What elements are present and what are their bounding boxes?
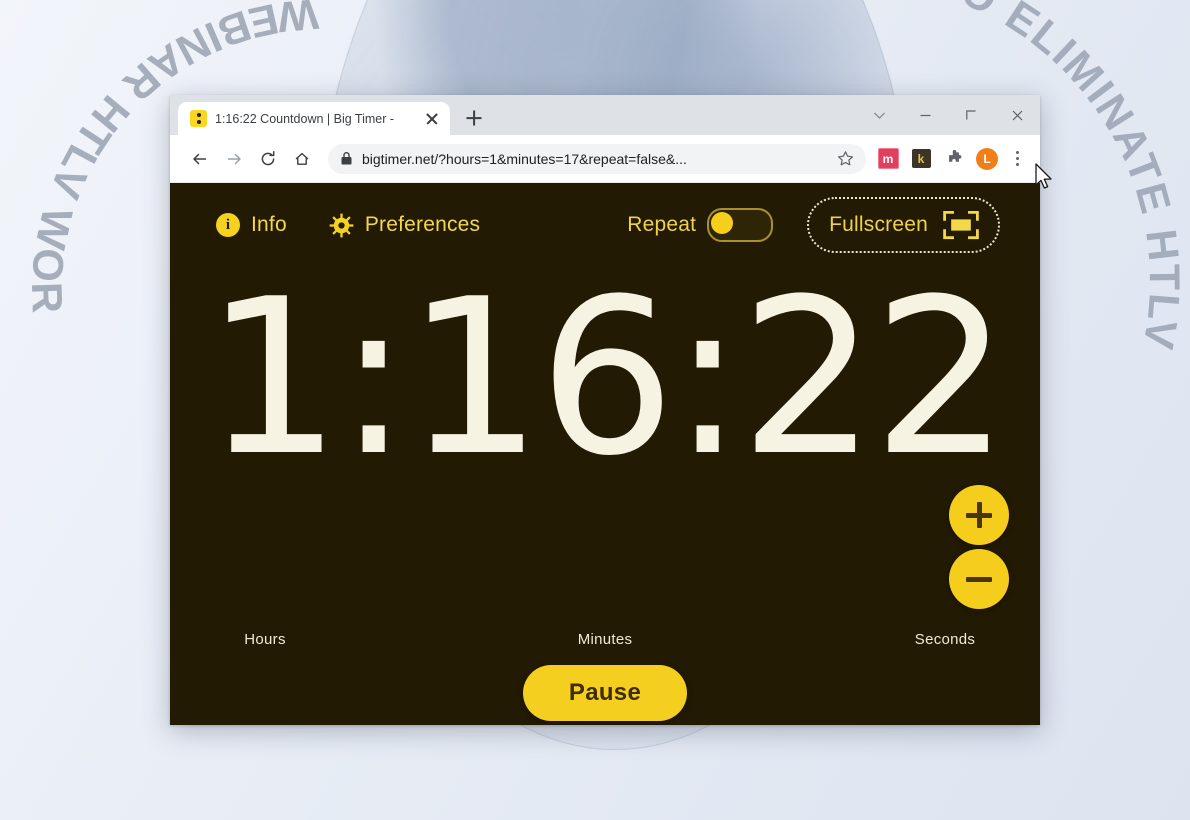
timer-display: 1:16:22 bbox=[170, 252, 1040, 503]
window-controls bbox=[856, 95, 1040, 135]
big-timer-page: i Info Preferences Repeat Fullscreen 1:1… bbox=[170, 183, 1040, 725]
preferences-label: Preferences bbox=[364, 213, 481, 236]
tab-title: 1:16:22 Countdown | Big Timer - bbox=[215, 111, 395, 126]
home-button[interactable] bbox=[286, 143, 318, 175]
repeat-toggle-knob bbox=[711, 212, 734, 234]
forward-button[interactable] bbox=[218, 143, 250, 175]
unit-labels: Hours Minutes Seconds bbox=[170, 631, 1040, 655]
decrease-seconds-button[interactable] bbox=[949, 549, 1009, 609]
lock-icon bbox=[341, 152, 352, 165]
minimize-button[interactable] bbox=[902, 95, 948, 135]
extension-button-k[interactable]: k bbox=[906, 144, 936, 174]
tab-strip: 1:16:22 Countdown | Big Timer - bbox=[170, 95, 1040, 135]
extension-button-m[interactable]: m bbox=[873, 144, 903, 174]
repeat-control[interactable]: Repeat bbox=[627, 208, 774, 242]
seconds-label: Seconds bbox=[914, 631, 976, 648]
preferences-button[interactable]: Preferences bbox=[329, 213, 480, 238]
fullscreen-label: Fullscreen bbox=[829, 213, 928, 236]
browser-menu-button[interactable] bbox=[1004, 144, 1030, 174]
close-tab-icon[interactable] bbox=[424, 111, 440, 127]
increase-seconds-button[interactable] bbox=[949, 485, 1009, 545]
browser-window: 1:16:22 Countdown | Big Timer - bigtimer… bbox=[170, 95, 1040, 725]
new-tab-button[interactable] bbox=[460, 104, 488, 132]
home-icon bbox=[295, 152, 309, 165]
menu-dot bbox=[1015, 151, 1019, 154]
fullscreen-icon bbox=[943, 210, 979, 240]
repeat-label: Repeat bbox=[627, 213, 697, 236]
minimize-icon bbox=[920, 114, 930, 116]
close-icon bbox=[1012, 110, 1022, 120]
timer-digits: 1:16:22 bbox=[204, 252, 1010, 503]
maximize-button[interactable] bbox=[948, 95, 994, 135]
repeat-toggle[interactable] bbox=[707, 208, 774, 242]
menu-dot bbox=[1015, 157, 1019, 160]
desktop-background: WEBINAR HTLV WOR TO ELIMINATE HTLV 1:16:… bbox=[0, 0, 1190, 820]
back-arrow-icon bbox=[193, 153, 207, 164]
extensions-puzzle-button[interactable] bbox=[939, 144, 969, 174]
ext-icon-m: m bbox=[877, 148, 899, 169]
reload-button[interactable] bbox=[252, 143, 284, 175]
chevron-down-icon bbox=[873, 112, 885, 119]
menu-dot bbox=[1015, 163, 1019, 166]
maximize-icon bbox=[965, 109, 975, 119]
hours-label: Hours bbox=[244, 631, 286, 648]
avatar: L bbox=[976, 147, 998, 170]
tab-search-button[interactable] bbox=[856, 95, 902, 135]
pause-button[interactable]: Pause bbox=[522, 665, 688, 721]
profile-avatar-button[interactable]: L bbox=[972, 144, 1002, 174]
ext-icon-k: k bbox=[911, 149, 931, 168]
close-window-button[interactable] bbox=[994, 95, 1040, 135]
back-button[interactable] bbox=[184, 143, 216, 175]
info-icon: i bbox=[216, 213, 240, 237]
reload-icon bbox=[261, 150, 275, 165]
pause-button-wrap: Pause bbox=[170, 665, 1040, 721]
big-timer-favicon-icon bbox=[190, 110, 207, 127]
address-bar-url: bigtimer.net/?hours=1&minutes=17&repeat=… bbox=[362, 150, 687, 167]
fullscreen-button[interactable]: Fullscreen bbox=[807, 197, 1000, 253]
big-timer-toolbar-right: Repeat Fullscreen bbox=[627, 197, 1000, 253]
puzzle-piece-icon bbox=[948, 149, 961, 162]
info-label: Info bbox=[251, 213, 287, 236]
bookmark-star-icon[interactable] bbox=[837, 150, 854, 167]
big-timer-toolbar-left: i Info Preferences bbox=[216, 213, 480, 238]
tab-big-timer[interactable]: 1:16:22 Countdown | Big Timer - bbox=[178, 102, 450, 135]
gear-icon bbox=[329, 213, 354, 237]
forward-arrow-icon bbox=[227, 153, 241, 164]
info-button[interactable]: i Info bbox=[216, 213, 287, 237]
browser-toolbar: bigtimer.net/?hours=1&minutes=17&repeat=… bbox=[170, 135, 1040, 183]
seconds-stepper bbox=[949, 485, 1019, 609]
minutes-label: Minutes bbox=[577, 631, 633, 648]
address-bar[interactable]: bigtimer.net/?hours=1&minutes=17&repeat=… bbox=[328, 143, 866, 174]
